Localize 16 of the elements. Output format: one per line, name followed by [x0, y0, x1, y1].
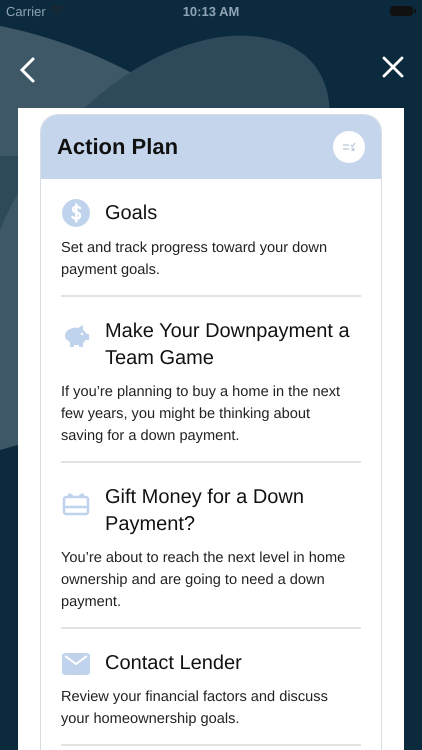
item-description: Set and track progress toward your down payment goals.	[61, 239, 328, 280]
carrier-label: Carrier	[6, 4, 46, 18]
clock-time: 10:13 AM	[182, 4, 240, 18]
checklist-icon	[342, 142, 356, 152]
item-title[interactable]: Goals	[105, 200, 158, 227]
dollar-icon	[61, 198, 91, 228]
item-description: If you’re planning to buy a home in the next few years, you might be thinking about saving for a down payment.	[61, 383, 342, 446]
mail-icon	[61, 651, 91, 677]
item-description: Review your financial factors and discuss your homeownership goals.	[61, 688, 329, 729]
item-title[interactable]: Gift Money for a Down Payment?	[105, 484, 355, 538]
card-title: Action Plan	[57, 134, 178, 160]
item-description: You’re about to reach the next level in home ownership and are going to need a down payment.	[61, 549, 346, 612]
battery-icon	[390, 5, 416, 17]
checklist-button[interactable]	[333, 131, 365, 163]
item-title[interactable]: Contact Lender	[105, 650, 242, 677]
item-title[interactable]: Make Your Downpayment a Team Game	[105, 318, 355, 372]
